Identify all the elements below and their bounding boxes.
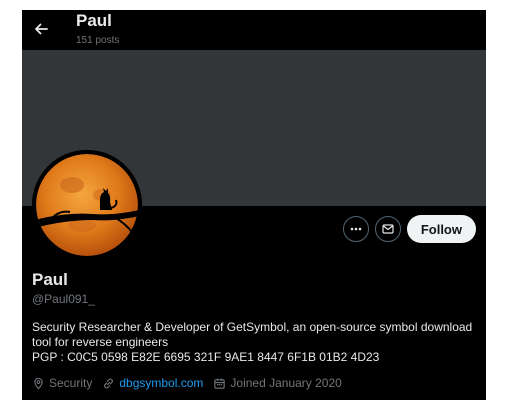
avatar[interactable] — [32, 150, 142, 260]
message-button[interactable] — [374, 216, 401, 242]
website-item[interactable]: dbgsymbol.com — [102, 376, 203, 390]
envelope-icon — [382, 224, 394, 234]
top-bar: Paul 151 posts — [22, 10, 486, 50]
avatar-image — [32, 150, 142, 260]
location-text: Security — [49, 376, 93, 390]
bio-line: PGP : C0C5 0598 E82E 6695 321F 9AE1 8447… — [32, 350, 380, 364]
joined-text: Joined January 2020 — [230, 376, 342, 390]
arrow-left-icon — [35, 23, 48, 35]
more-horizontal-icon — [350, 227, 362, 231]
location-pin-icon — [34, 377, 43, 389]
calendar-icon — [214, 378, 226, 389]
joined-item: Joined January 2020 — [213, 376, 342, 390]
bio-line: tool for reverse engineers — [32, 335, 169, 349]
profile-meta: Security dbgsymbol.com Joined January 20… — [32, 376, 352, 390]
more-button[interactable] — [342, 216, 369, 242]
posts-count: 151 posts — [76, 35, 120, 46]
website-link[interactable]: dbgsymbol.com — [119, 376, 203, 390]
link-icon — [104, 378, 114, 388]
profile-page: Paul 151 posts Follow Paul @Paul091_ Sec… — [22, 10, 486, 400]
header-title: Paul — [76, 11, 112, 30]
display-name: Paul — [32, 270, 68, 289]
user-handle: @Paul091_ — [32, 292, 95, 306]
location-item: Security — [32, 376, 92, 390]
follow-button[interactable]: Follow — [406, 215, 476, 243]
back-button[interactable] — [28, 16, 54, 42]
profile-actions: Follow — [342, 214, 476, 244]
profile-bio: Security Researcher & Developer of GetSy… — [32, 320, 482, 365]
bio-line: Security Researcher & Developer of GetSy… — [32, 320, 473, 334]
